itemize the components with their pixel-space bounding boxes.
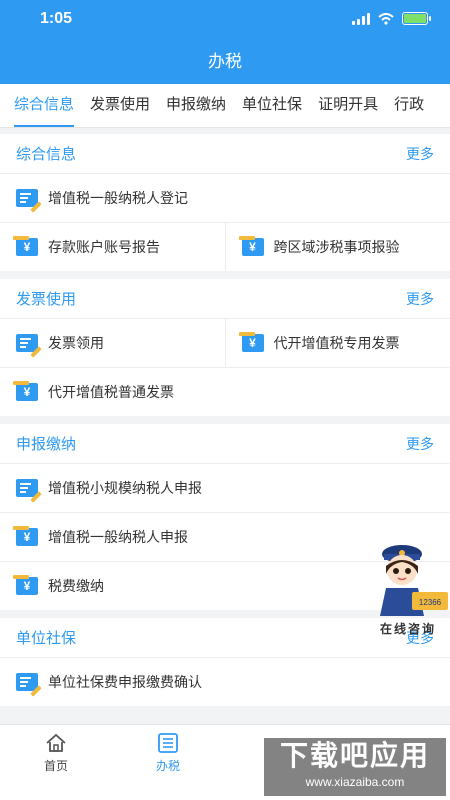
form-edit-icon — [16, 479, 42, 503]
tab-general[interactable]: 综合信息 — [0, 84, 82, 127]
yen-icon: ¥ — [13, 236, 38, 256]
service-item[interactable]: ¥ 代开增值税普通发票 — [0, 368, 450, 416]
section-title: 发票使用 — [16, 291, 77, 308]
service-label: 增值税一般纳税人申报 — [48, 529, 188, 545]
online-consult-mascot[interactable]: 12366 — [372, 540, 450, 632]
service-label: 税费缴纳 — [48, 578, 104, 594]
page-title: 办税 — [0, 40, 450, 84]
status-bar: 1:05 — [0, 0, 450, 40]
battery-icon — [402, 12, 431, 25]
yen-icon: ¥ — [238, 236, 264, 256]
tabbar-label: 办税 — [155, 759, 180, 773]
section-title: 单位社保 — [16, 630, 77, 647]
section-header: 综合信息 更多 — [0, 134, 450, 174]
section-header: 申报缴纳 更多 — [0, 424, 450, 464]
tab-certificate[interactable]: 证明开具 — [310, 84, 386, 127]
yen-icon: ¥ — [238, 332, 264, 352]
yen-icon: ¥ — [13, 575, 38, 595]
online-consult-label[interactable]: 在线咨询 — [380, 620, 436, 637]
tab-admin[interactable]: 行政 — [386, 84, 432, 127]
service-item[interactable]: 增值税小规模纳税人申报 — [0, 464, 450, 512]
section-title: 申报缴纳 — [16, 436, 77, 453]
watermark: 下载吧应用 www.xiazaiba.com — [264, 738, 446, 796]
status-icons — [352, 12, 431, 25]
tabbar-label: 首页 — [43, 759, 68, 773]
section-general: 综合信息 更多 增值税一般纳税人登记 ¥ 存款账户账号报告 ¥ 跨区域涉税事项报… — [0, 134, 450, 271]
more-link[interactable]: 更多 — [406, 144, 434, 164]
tab-declare[interactable]: 申报缴纳 — [158, 84, 234, 127]
service-label: 增值税小规模纳税人申报 — [48, 480, 202, 496]
watermark-url: www.xiazaiba.com — [305, 775, 405, 789]
watermark-title: 下载吧应用 — [279, 740, 430, 771]
section-title: 综合信息 — [16, 146, 77, 163]
tab-social[interactable]: 单位社保 — [234, 84, 310, 127]
yen-icon: ¥ — [13, 526, 38, 546]
form-edit-icon — [16, 334, 42, 358]
signal-icon — [352, 12, 370, 25]
tabbar-home[interactable]: 首页 — [0, 725, 112, 800]
service-label: 单位社保费申报缴费确认 — [48, 674, 202, 690]
mascot-icon: 12366 — [380, 545, 448, 616]
service-item[interactable]: ¥ 代开增值税专用发票 — [224, 319, 450, 367]
more-link[interactable]: 更多 — [406, 434, 434, 454]
service-label: 代开增值税普通发票 — [48, 384, 174, 400]
more-link[interactable]: 更多 — [406, 289, 434, 309]
service-item[interactable]: 发票领用 — [0, 319, 225, 367]
form-edit-icon — [16, 189, 42, 213]
home-icon — [46, 733, 66, 752]
tab-invoice[interactable]: 发票使用 — [82, 84, 158, 127]
service-label: 发票领用 — [48, 335, 104, 351]
yen-icon: ¥ — [13, 381, 38, 401]
list-icon — [158, 733, 178, 753]
section-header: 发票使用 更多 — [0, 279, 450, 319]
wifi-icon — [378, 12, 394, 25]
service-label: 代开增值税专用发票 — [273, 335, 400, 351]
service-label: 存款账户账号报告 — [48, 239, 160, 255]
category-tabs: 综合信息 发票使用 申报缴纳 单位社保 证明开具 行政 — [0, 84, 450, 128]
form-edit-icon — [16, 673, 42, 697]
mascot-badge: 12366 — [419, 598, 442, 607]
service-item[interactable]: ¥ 存款账户账号报告 — [0, 223, 225, 271]
status-time: 1:05 — [40, 10, 73, 27]
service-label: 增值税一般纳税人登记 — [48, 190, 188, 206]
service-label: 跨区域涉税事项报验 — [273, 239, 400, 255]
service-item[interactable]: 增值税一般纳税人登记 — [0, 174, 450, 222]
service-item[interactable]: 单位社保费申报缴费确认 — [0, 658, 450, 706]
service-item[interactable]: ¥ 跨区域涉税事项报验 — [224, 223, 450, 271]
section-invoice: 发票使用 更多 发票领用 ¥ 代开增值税专用发票 ¥ 代开增值税普通发票 — [0, 279, 450, 416]
tabbar-tax[interactable]: 办税 — [112, 725, 224, 800]
